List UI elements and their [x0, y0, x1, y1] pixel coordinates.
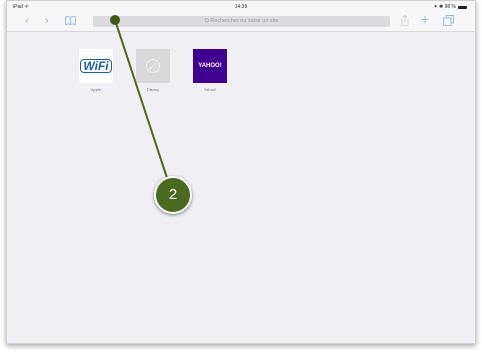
callout-pointer	[110, 15, 172, 191]
callout-dot	[110, 15, 120, 25]
callout-badge: 2	[154, 176, 192, 214]
